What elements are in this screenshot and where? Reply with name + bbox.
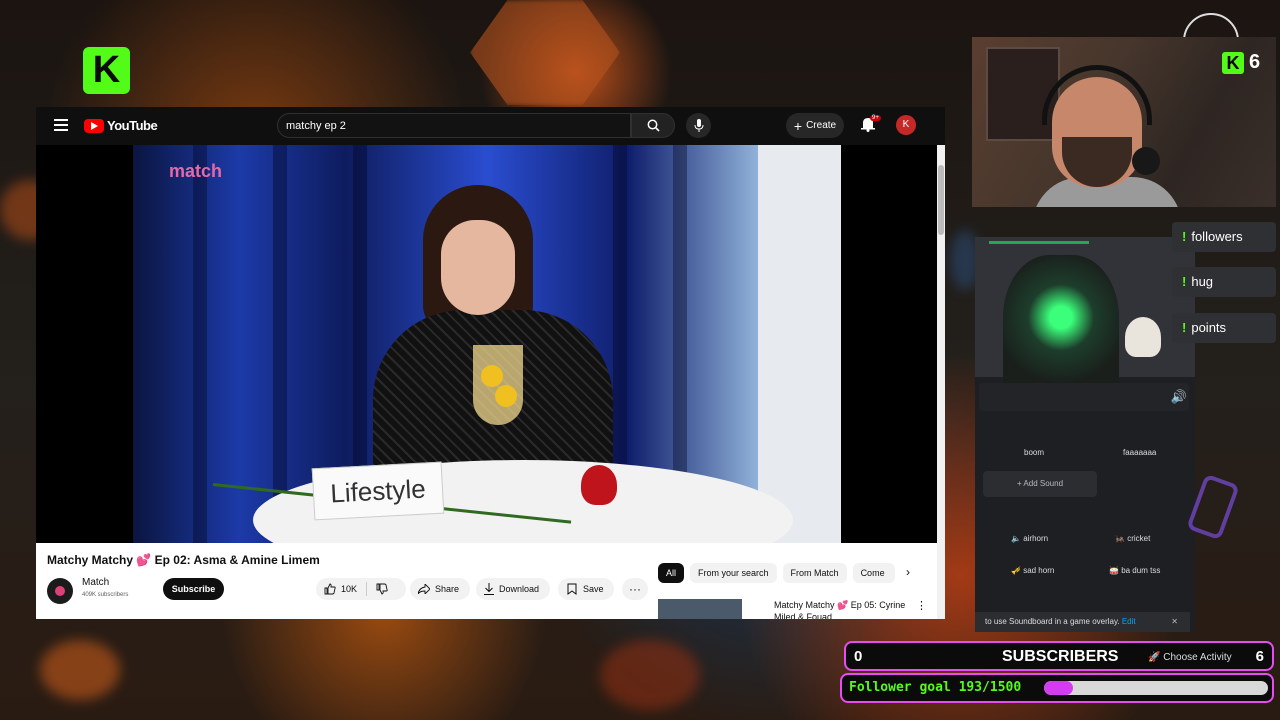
- more-actions-button[interactable]: ···: [622, 578, 648, 600]
- soundboard-panel: 🔊 boom faaaaaaa + Add Sound 🔈 airhorn 🦗 …: [975, 237, 1195, 632]
- chef-avatar: [1125, 317, 1161, 357]
- channel-subscribers: 409K subscribers: [82, 592, 129, 598]
- menu-icon[interactable]: [54, 119, 68, 131]
- volume-icon[interactable]: 🔊: [1171, 389, 1187, 405]
- chip-all[interactable]: All: [658, 563, 685, 583]
- notice-edit-link[interactable]: Edit: [1122, 617, 1136, 626]
- sound-cricket[interactable]: 🦗 cricket: [1115, 534, 1150, 543]
- chip-from-match[interactable]: From Match: [782, 563, 847, 583]
- youtube-logo[interactable]: YouTube: [84, 118, 158, 133]
- mic-icon: [694, 119, 703, 132]
- thumbs-down-icon[interactable]: [376, 583, 388, 595]
- video-player[interactable]: match Lifestyle: [36, 145, 945, 543]
- webcam-feed: K 6: [972, 37, 1276, 207]
- activity-icon: 🚀: [1148, 652, 1161, 663]
- like-button[interactable]: 10K: [324, 583, 357, 595]
- create-button[interactable]: + Create: [786, 113, 844, 138]
- airhorn-label: airhorn: [1023, 534, 1049, 543]
- video-brand-logo: match: [169, 161, 223, 181]
- kick-icon: K: [1222, 51, 1244, 74]
- youtube-header: YouTube matchy ep 2 + Create 9+ K: [36, 107, 945, 145]
- search-button[interactable]: [631, 113, 675, 138]
- command-hug[interactable]: ! hug: [1172, 267, 1276, 297]
- video-title: Matchy Matchy 💕 Ep 02: Asma & Amine Lime…: [47, 553, 320, 567]
- save-button[interactable]: Save: [558, 578, 614, 600]
- download-icon: [484, 583, 494, 595]
- video-details: Matchy Matchy 💕 Ep 02: Asma & Amine Lime…: [36, 543, 945, 619]
- page-scrollbar[interactable]: [937, 145, 945, 619]
- youtube-window: YouTube matchy ep 2 + Create 9+ K match: [36, 107, 945, 619]
- command-points-label: points: [1191, 320, 1227, 335]
- more-icon: ···: [629, 582, 641, 596]
- notice-text: to use Soundboard in a game overlay.: [985, 617, 1120, 626]
- share-button[interactable]: Share: [410, 578, 470, 600]
- sound-airhorn[interactable]: 🔈 airhorn: [1011, 534, 1048, 543]
- sound-sad-horn[interactable]: 🎺 sad horn: [1011, 566, 1054, 575]
- channel-name[interactable]: Match: [82, 577, 109, 588]
- cricket-label: cricket: [1127, 534, 1151, 543]
- sad-horn-label: sad horn: [1023, 566, 1055, 575]
- add-sound-label: Add Sound: [1023, 479, 1064, 488]
- rose: [581, 465, 617, 505]
- add-sound-button[interactable]: + Add Sound: [983, 471, 1097, 497]
- nameplate: Lifestyle: [311, 461, 445, 521]
- channel-avatar[interactable]: [47, 578, 73, 604]
- related-filter-chips: All From your search From Match Come: [658, 563, 895, 583]
- subscribers-right-count: 6: [1255, 648, 1264, 665]
- notification-badge: 9+: [870, 115, 881, 121]
- command-followers-label: followers: [1191, 229, 1243, 244]
- subscribe-button[interactable]: Subscribe: [163, 578, 224, 600]
- sound-faaaaaaa[interactable]: faaaaaaa: [1123, 448, 1156, 457]
- choose-activity-button[interactable]: 🚀 Choose Activity: [1148, 652, 1232, 663]
- soundboard-search[interactable]: [979, 383, 1189, 411]
- share-label: Share: [435, 584, 460, 594]
- video-frame: match Lifestyle: [133, 145, 841, 543]
- account-avatar[interactable]: K: [896, 115, 916, 135]
- chip-from-your-search[interactable]: From your search: [690, 563, 777, 583]
- subscribers-left-count: 0: [854, 648, 863, 665]
- download-label: Download: [499, 584, 540, 594]
- follower-goal-text: Follower goal 193/1500: [849, 680, 1022, 695]
- command-hug-label: hug: [1191, 274, 1214, 289]
- search-icon: [647, 119, 660, 132]
- sound-boom[interactable]: boom: [1024, 448, 1044, 457]
- save-label: Save: [583, 584, 604, 594]
- voice-search-button[interactable]: [686, 113, 711, 138]
- thumbs-up-icon: [324, 583, 336, 595]
- related-more-icon[interactable]: ⋮: [916, 599, 927, 612]
- soundboard-header: [975, 237, 1195, 411]
- viewer-count: 6: [1249, 51, 1261, 73]
- command-followers[interactable]: ! followers: [1172, 222, 1276, 252]
- ba-dum-tss-label: ba dum tss: [1121, 566, 1161, 575]
- soundboard-notice: to use Soundboard in a game overlay. Edi…: [975, 612, 1190, 632]
- search-input[interactable]: matchy ep 2: [277, 113, 631, 138]
- follower-goal-track: [1044, 681, 1268, 695]
- kick-logo: K: [83, 47, 130, 94]
- close-icon[interactable]: ✕: [1171, 612, 1178, 632]
- youtube-play-icon: [84, 118, 104, 133]
- kick-viewer-count: K 6: [1222, 51, 1260, 74]
- command-points[interactable]: ! points: [1172, 313, 1276, 343]
- share-icon: [418, 584, 430, 594]
- choose-activity-label: Choose Activity: [1163, 652, 1232, 663]
- download-button[interactable]: Download: [476, 578, 550, 600]
- chip-come[interactable]: Come: [852, 563, 895, 583]
- youtube-logo-text: YouTube: [107, 118, 158, 133]
- follower-goal-fill: [1044, 681, 1073, 695]
- related-video-thumbnail[interactable]: [658, 599, 742, 619]
- subscribers-label: SUBSCRIBERS: [1002, 648, 1119, 665]
- create-label: Create: [806, 120, 837, 131]
- playlist-add-icon: [567, 583, 577, 595]
- plus-icon: +: [793, 117, 803, 134]
- chevron-right-icon[interactable]: ›: [906, 565, 910, 579]
- related-video-title[interactable]: Matchy Matchy 💕 Ep 05: Cyrine Miled & Fo…: [774, 599, 914, 619]
- like-dislike-group: 10K: [316, 578, 406, 600]
- sound-ba-dum-tss[interactable]: 🥁 ba dum tss: [1109, 566, 1160, 575]
- follower-goal-bar: Follower goal 193/1500: [840, 673, 1274, 703]
- like-count: 10K: [341, 584, 358, 594]
